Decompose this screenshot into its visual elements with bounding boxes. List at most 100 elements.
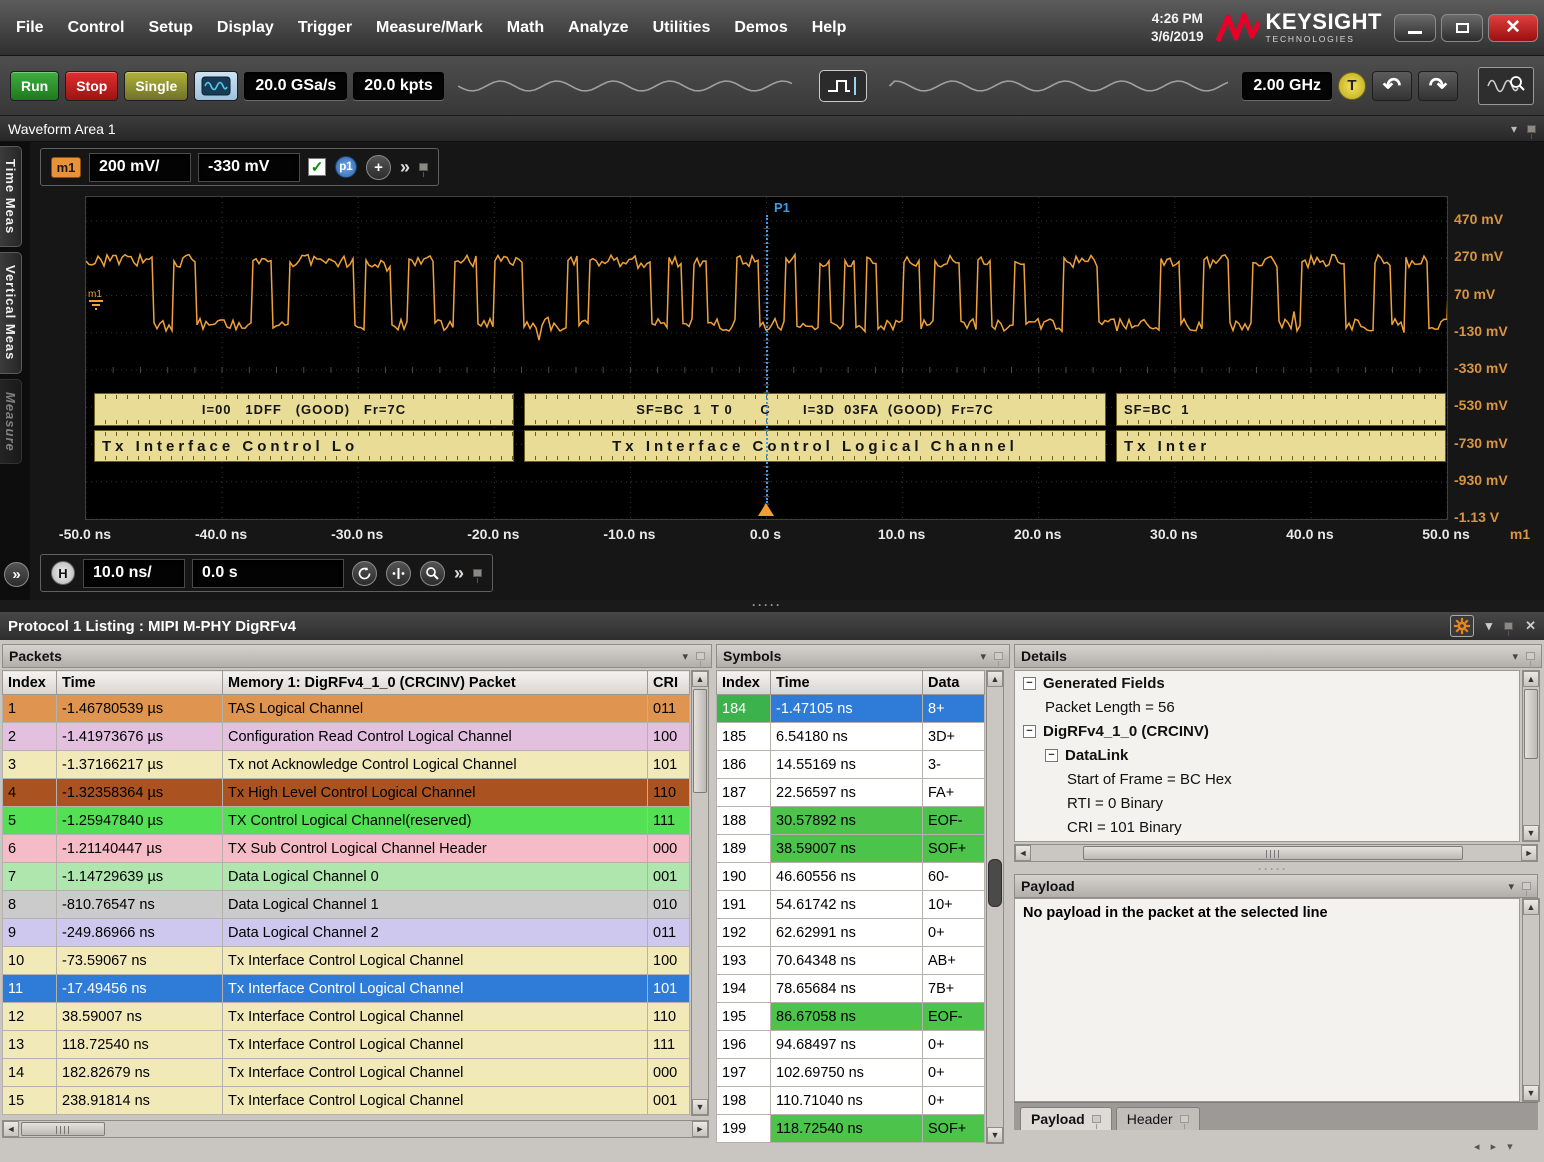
horizontal-more-chevrons[interactable]: » <box>454 563 464 584</box>
packets-hscrollbar-thumb[interactable] <box>21 1122 105 1136</box>
packet-cell-cri[interactable]: 100 <box>648 723 690 751</box>
packets-horizontal-scrollbar[interactable]: ◄ ► <box>2 1120 709 1138</box>
packet-cell-index[interactable]: 4 <box>3 779 57 807</box>
timebase-scale-field[interactable]: 10.0 ns/ <box>84 560 184 587</box>
packet-cell-time[interactable]: -810.76547 ns <box>57 891 223 919</box>
symbol-row[interactable]: 19586.67058 nsEOF- <box>717 1003 985 1031</box>
packet-cell-packet[interactable]: Tx Interface Control Logical Channel <box>223 947 648 975</box>
menu-item-control[interactable]: Control <box>56 19 137 37</box>
packet-row[interactable]: 5-1.25947840 µsTX Control Logical Channe… <box>3 807 690 835</box>
packet-cell-packet[interactable]: Tx Interface Control Logical Channel <box>223 1003 648 1031</box>
tab-payload-pin-icon[interactable] <box>1092 1115 1101 1123</box>
decode-segment-row2-1[interactable]: Tx Interface Control Logical Channel <box>524 430 1106 462</box>
details-scroll-right-icon[interactable]: ► <box>1521 845 1537 861</box>
symbol-cell-index[interactable]: 192 <box>717 919 771 947</box>
packet-cell-cri[interactable]: 011 <box>648 919 690 947</box>
packet-cell-time[interactable]: -1.14729639 µs <box>57 863 223 891</box>
expand-panel-button[interactable]: » <box>4 562 29 587</box>
symbol-cell-time[interactable]: 54.61742 ns <box>771 891 923 919</box>
protocol-pin-icon[interactable] <box>1504 622 1513 630</box>
packet-cell-packet[interactable]: TX Sub Control Logical Channel Header <box>223 835 648 863</box>
menu-item-file[interactable]: File <box>4 19 56 37</box>
horizontal-toolbar-pin-icon[interactable] <box>473 569 482 577</box>
packets-scroll-down-icon[interactable]: ▼ <box>692 1099 708 1115</box>
packet-cell-index[interactable]: 2 <box>3 723 57 751</box>
packets-col-cri[interactable]: CRI <box>648 671 690 695</box>
symbol-cell-data[interactable]: 10+ <box>923 891 985 919</box>
symbol-cell-data[interactable]: AB+ <box>923 947 985 975</box>
horizontal-h-badge[interactable]: H <box>51 561 75 585</box>
symbol-cell-index[interactable]: 189 <box>717 835 771 863</box>
symbol-cell-time[interactable]: 110.71040 ns <box>771 1087 923 1115</box>
packet-cell-time[interactable]: -1.46780539 µs <box>57 695 223 723</box>
symbols-vertical-scrollbar[interactable]: ▲ ▼ <box>986 670 1004 1144</box>
symbol-cell-data[interactable]: 8+ <box>923 695 985 723</box>
packet-cell-packet[interactable]: Tx Interface Control Logical Channel <box>223 1031 648 1059</box>
packet-cell-cri[interactable]: 000 <box>648 835 690 863</box>
symbol-row[interactable]: 184-1.47105 ns8+ <box>717 695 985 723</box>
symbol-cell-index[interactable]: 188 <box>717 807 771 835</box>
packet-cell-packet[interactable]: Data Logical Channel 1 <box>223 891 648 919</box>
symbol-cell-data[interactable]: SOF+ <box>923 835 985 863</box>
minimize-button[interactable] <box>1394 14 1436 42</box>
menu-item-display[interactable]: Display <box>205 19 286 37</box>
packet-cell-time[interactable]: 238.91814 ns <box>57 1087 223 1115</box>
details-tree-item[interactable]: Start of Frame = BC Hex <box>1015 767 1519 791</box>
memory-depth-field[interactable]: 20.0 kpts <box>353 72 443 100</box>
menu-item-setup[interactable]: Setup <box>136 19 204 37</box>
symbol-cell-time[interactable]: 118.72540 ns <box>771 1115 923 1143</box>
packet-cell-cri[interactable]: 010 <box>648 891 690 919</box>
symbol-cell-data[interactable]: SOF+ <box>923 1115 985 1143</box>
symbol-row[interactable]: 19046.60556 ns60- <box>717 863 985 891</box>
details-tree-item[interactable]: −DataLink <box>1015 743 1519 767</box>
packet-cell-index[interactable]: 5 <box>3 807 57 835</box>
symbol-cell-time[interactable]: 46.60556 ns <box>771 863 923 891</box>
symbol-row[interactable]: 198110.71040 ns0+ <box>717 1087 985 1115</box>
packet-cell-time[interactable]: -1.41973676 µs <box>57 723 223 751</box>
packet-row[interactable]: 10-73.59067 nsTx Interface Control Logic… <box>3 947 690 975</box>
packet-cell-cri[interactable]: 110 <box>648 1003 690 1031</box>
packet-cell-time[interactable]: -73.59067 ns <box>57 947 223 975</box>
details-scroll-left-icon[interactable]: ◄ <box>1015 845 1031 861</box>
channel-m1-badge[interactable]: m1 <box>51 157 81 178</box>
details-caret[interactable]: ▾ <box>1512 650 1518 663</box>
symbol-row[interactable]: 18614.55169 ns3- <box>717 751 985 779</box>
symbol-row[interactable]: 197102.69750 ns0+ <box>717 1059 985 1087</box>
symbol-cell-index[interactable]: 194 <box>717 975 771 1003</box>
packet-cell-cri[interactable]: 100 <box>648 947 690 975</box>
packet-cell-time[interactable]: -1.37166217 µs <box>57 751 223 779</box>
symbols-pin-icon[interactable] <box>994 652 1003 660</box>
packet-cell-packet[interactable]: Configuration Read Control Logical Chann… <box>223 723 648 751</box>
sample-rate-field[interactable]: 20.0 GSa/s <box>244 72 347 100</box>
details-tree-item[interactable]: −DigRFv4_1_0 (CRCINV) <box>1015 719 1519 743</box>
payload-pin-icon[interactable] <box>1522 882 1531 890</box>
decode-segment-row1-0[interactable]: I=00 1DFF (GOOD) Fr=7C <box>94 393 514 426</box>
packet-cell-cri[interactable]: 101 <box>648 975 690 1003</box>
packet-row[interactable]: 15238.91814 nsTx Interface Control Logic… <box>3 1087 690 1115</box>
symbol-row[interactable]: 18938.59007 nsSOF+ <box>717 835 985 863</box>
redo-button[interactable]: ↷ <box>1418 71 1458 101</box>
packet-cell-index[interactable]: 8 <box>3 891 57 919</box>
timebase-reset-button[interactable] <box>352 561 377 586</box>
symbol-cell-time[interactable]: 14.55169 ns <box>771 751 923 779</box>
details-tree-item[interactable]: −Generated Fields <box>1015 671 1519 695</box>
symbol-cell-data[interactable]: FA+ <box>923 779 985 807</box>
menu-item-demos[interactable]: Demos <box>722 19 799 37</box>
symbol-cell-data[interactable]: 3D+ <box>923 723 985 751</box>
symbol-cell-data[interactable]: 0+ <box>923 1059 985 1087</box>
packet-cell-index[interactable]: 12 <box>3 1003 57 1031</box>
packet-cell-packet[interactable]: Tx not Acknowledge Control Logical Chann… <box>223 751 648 779</box>
center-reference-button[interactable] <box>386 561 411 586</box>
restore-button[interactable] <box>1441 14 1483 42</box>
symbol-row[interactable]: 18830.57892 nsEOF- <box>717 807 985 835</box>
symbol-cell-time[interactable]: 38.59007 ns <box>771 835 923 863</box>
packet-cell-packet[interactable]: Data Logical Channel 0 <box>223 863 648 891</box>
packets-col-time[interactable]: Time <box>57 671 223 695</box>
symbol-cell-index[interactable]: 190 <box>717 863 771 891</box>
packet-row[interactable]: 2-1.41973676 µsConfiguration Read Contro… <box>3 723 690 751</box>
packets-scroll-up-icon[interactable]: ▲ <box>692 671 708 687</box>
packet-row[interactable]: 4-1.32358364 µsTx High Level Control Log… <box>3 779 690 807</box>
packet-cell-packet[interactable]: Tx Interface Control Logical Channel <box>223 975 648 1003</box>
packet-cell-packet[interactable]: TAS Logical Channel <box>223 695 648 723</box>
trigger-t-button[interactable]: T <box>1338 72 1366 100</box>
